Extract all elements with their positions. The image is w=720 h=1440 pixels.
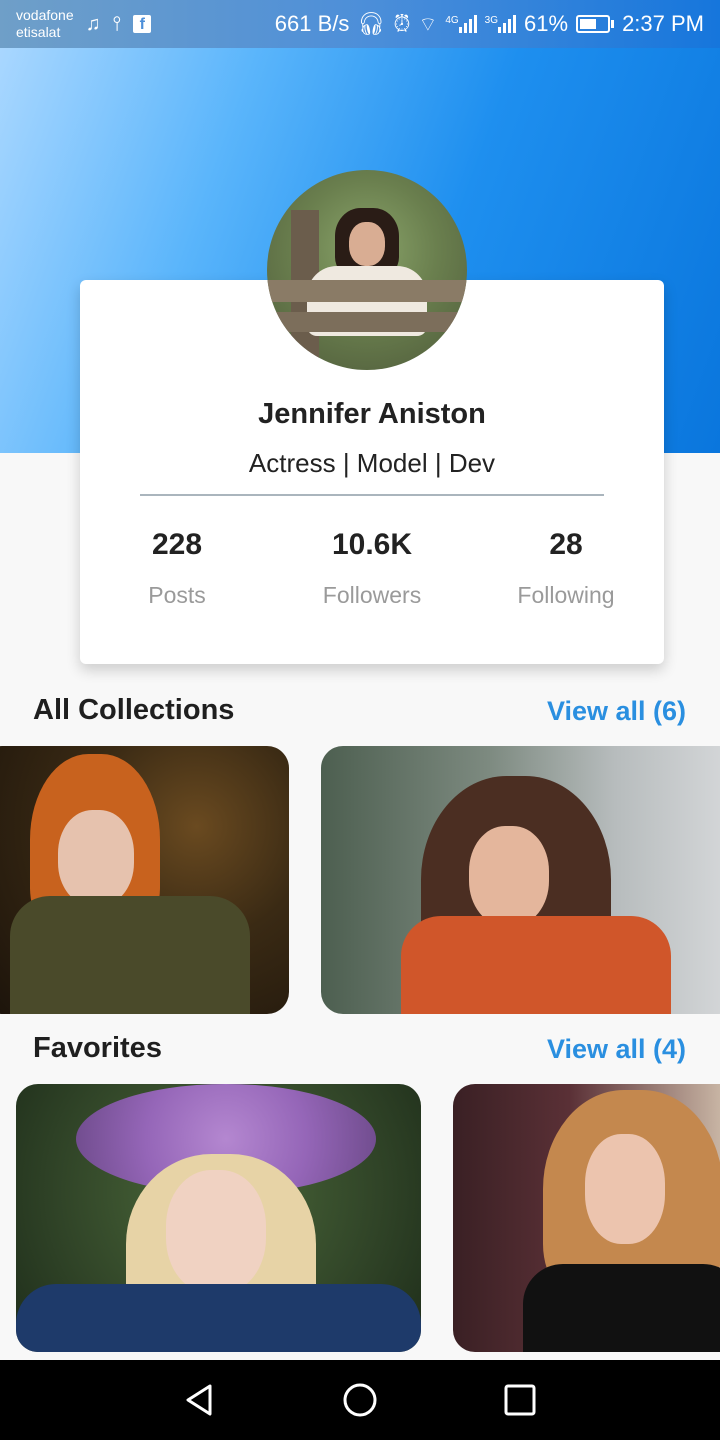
- signal-icon: 4G: [445, 15, 477, 33]
- status-bar: vodafone etisalat ♫ ⫯ f 661 B/s 🎧︎ ⏰︎ ⌔ …: [0, 0, 720, 48]
- carrier-2: etisalat: [16, 24, 61, 40]
- stat-label: Following: [517, 582, 615, 608]
- usb-icon: ⫯: [112, 12, 122, 35]
- stat-value: 28: [549, 528, 583, 561]
- profile-tagline: Actress | Model | Dev: [248, 448, 496, 478]
- music-note-icon: ♫: [85, 12, 101, 35]
- clock: 2:37 PM: [622, 11, 704, 36]
- recents-square-icon[interactable]: [500, 1380, 540, 1420]
- net-speed: 661 B/s: [274, 11, 350, 36]
- home-circle-icon[interactable]: [340, 1380, 380, 1420]
- collections-title: All Collections: [33, 694, 235, 726]
- battery-charging-icon: [576, 15, 615, 33]
- carrier-labels: vodafone etisalat: [16, 7, 74, 41]
- collections-view-all-link[interactable]: View all (6): [547, 696, 686, 727]
- carrier-1: vodafone: [16, 7, 74, 23]
- stat-label: Followers: [322, 582, 422, 608]
- profile-name: Jennifer Aniston: [258, 398, 486, 430]
- headset-icon: 🎧︎: [357, 11, 386, 36]
- back-triangle-icon[interactable]: [180, 1380, 220, 1420]
- collection-photo[interactable]: [0, 746, 289, 1014]
- alarm-icon: ⏰︎: [393, 11, 411, 36]
- stat-value: 10.6K: [331, 528, 413, 561]
- stat-label: Posts: [148, 582, 206, 608]
- profile-divider: [140, 494, 604, 496]
- favorites-title: Favorites: [33, 1032, 162, 1064]
- signal-icon: 3G: [485, 15, 517, 33]
- favorite-photo[interactable]: [453, 1084, 720, 1352]
- collection-photo[interactable]: [321, 746, 720, 1014]
- wifi-icon: ⌔: [418, 13, 438, 36]
- system-nav-bar: [0, 1360, 720, 1440]
- favorites-view-all-link[interactable]: View all (4): [547, 1034, 686, 1065]
- facebook-icon: f: [133, 15, 152, 33]
- favorite-photo[interactable]: [16, 1084, 421, 1352]
- stat-posts[interactable]: 228 Posts: [87, 528, 267, 609]
- battery-percent: 61%: [524, 11, 569, 36]
- stat-value: 228: [151, 528, 203, 561]
- stat-followers[interactable]: 10.6K Followers: [282, 528, 462, 609]
- stat-following[interactable]: 28 Following: [476, 528, 656, 609]
- profile-avatar[interactable]: [267, 170, 467, 370]
